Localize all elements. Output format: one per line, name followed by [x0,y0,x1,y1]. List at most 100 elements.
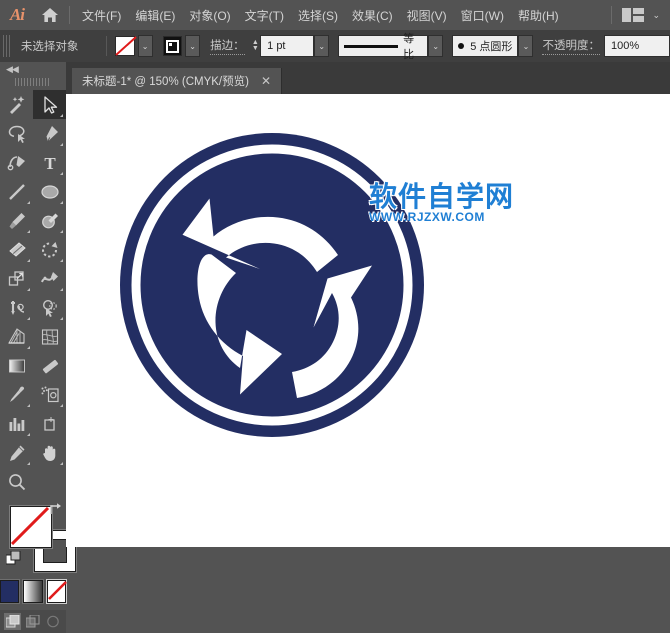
tool-flyout-indicator [27,201,30,204]
menu-item-type[interactable]: 文字(T) [238,3,291,28]
tool-flyout-indicator [60,288,63,291]
selection-status-label: 未选择对象 [21,38,79,54]
draw-normal-mode-button[interactable] [4,613,21,630]
rotate-tool[interactable] [33,235,66,264]
tool-grid: T [0,90,66,496]
shape-builder-tool[interactable] [33,293,66,322]
column-graph-tool[interactable] [0,409,33,438]
swap-fill-stroke-icon[interactable] [48,502,62,518]
menu-item-object[interactable]: 对象(O) [182,3,237,28]
tool-panel: ◀◀ [0,62,67,547]
paintbrush-tool[interactable] [0,206,33,235]
tool-flyout-indicator [60,317,63,320]
tool-flyout-indicator [27,317,30,320]
menu-item-file[interactable]: 文件(F) [75,3,128,28]
brush-definition-select[interactable]: 5 点圆形 [452,35,518,57]
tool-flyout-indicator [60,143,63,146]
menu-divider [69,6,70,24]
menu-item-window[interactable]: 窗口(W) [454,3,511,28]
close-icon[interactable]: ✕ [261,75,271,87]
tool-flyout-indicator [27,346,30,349]
menu-item-view[interactable]: 视图(V) [400,3,454,28]
roundabout-sign[interactable] [112,122,432,448]
symbol-sprayer-tool[interactable] [33,380,66,409]
none-swatch-button[interactable] [47,580,66,603]
tool-flyout-indicator [60,404,63,407]
stroke-weight-chevron-down-icon[interactable]: ⌄ [314,35,329,57]
workspace-switcher-icon[interactable] [622,8,644,22]
hand-tool[interactable] [33,438,66,467]
selection-tool[interactable] [33,90,66,119]
pencil-tool[interactable] [0,438,33,467]
collapse-panel-icon[interactable]: ◀◀ [0,62,66,76]
lasso-tool[interactable] [0,119,33,148]
stroke-weight-stepper[interactable]: ▲ ▼ [251,36,261,56]
stroke-weight-input[interactable]: 1 pt [260,35,314,57]
workspace-divider [611,6,612,24]
zoom-tool[interactable] [0,467,33,496]
brush-label: 5 点圆形 [470,38,512,54]
tool-flyout-indicator [60,230,63,233]
svg-text:T: T [44,154,56,173]
stroke-profile-select[interactable]: 等比 [338,35,428,57]
canvas-area[interactable]: 软件自学网 WWW.RJZXW.COM [66,94,670,547]
scale-tool[interactable] [0,264,33,293]
stroke-chevron-down-icon[interactable]: ⌄ [185,35,200,57]
color-swatch-button[interactable] [0,580,19,603]
menu-item-select[interactable]: 选择(S) [291,3,345,28]
workspace-chevron-down-icon[interactable]: ⌄ [652,10,660,21]
tool-flyout-indicator [60,201,63,204]
color-mode-row [0,580,66,603]
document-tab-bar: 未标题-1* @ 150% (CMYK/预览) ✕ [66,62,670,94]
profile-label: 等比 [403,30,422,62]
brush-chevron-down-icon[interactable]: ⌄ [518,35,533,57]
draw-behind-mode-button[interactable] [24,613,41,630]
ellipse-tool[interactable] [33,177,66,206]
tool-flyout-indicator [60,114,63,117]
fill-swatch[interactable] [115,36,134,56]
eraser-tool[interactable] [0,235,33,264]
none-slash-icon [115,36,137,56]
default-fill-stroke-icon[interactable] [6,551,22,572]
tool-panel-grip[interactable] [15,78,51,86]
draw-inside-mode-button[interactable] [45,613,62,630]
opacity-label[interactable]: 不透明度： [542,37,600,55]
measure-tool[interactable] [33,351,66,380]
gradient-swatch-button[interactable] [23,580,42,603]
free-transform-tool[interactable] [0,293,33,322]
tool-flyout-indicator [27,230,30,233]
tool-grid-filler [33,467,66,496]
artboard-tool[interactable] [33,409,66,438]
shaper-tool[interactable] [33,206,66,235]
document-tab[interactable]: 未标题-1* @ 150% (CMYK/预览) ✕ [72,68,282,94]
gradient-tool[interactable] [0,351,33,380]
home-icon[interactable] [34,0,66,30]
fill-none-slash-icon [11,507,49,545]
width-tool[interactable] [33,264,66,293]
stepper-down-icon[interactable]: ▼ [252,46,259,52]
pen-tool[interactable] [33,119,66,148]
app-logo: Ai [0,0,34,30]
control-bar-grip[interactable] [3,35,11,57]
fill-box[interactable] [10,506,52,548]
tool-flyout-indicator [60,172,63,175]
tool-flyout-indicator [27,462,30,465]
stroke-weight-label[interactable]: 描边： [210,37,245,55]
fill-chevron-down-icon[interactable]: ⌄ [138,35,153,57]
type-tool[interactable]: T [33,148,66,177]
document-tab-title: 未标题-1* @ 150% (CMYK/预览) [82,73,249,89]
line-segment-tool[interactable] [0,177,33,206]
mesh-tool[interactable] [33,322,66,351]
perspective-grid-tool[interactable] [0,322,33,351]
eyedropper-tool[interactable] [0,380,33,409]
menu-item-edit[interactable]: 编辑(E) [128,3,182,28]
magic-wand-tool[interactable] [0,90,33,119]
menu-item-help[interactable]: 帮助(H) [511,3,566,28]
tool-flyout-indicator [60,259,63,262]
curvature-tool[interactable] [0,148,33,177]
profile-chevron-down-icon[interactable]: ⌄ [428,35,443,57]
opacity-input[interactable]: 100% [604,35,670,57]
menu-item-effect[interactable]: 效果(C) [345,3,400,28]
stroke-swatch[interactable] [163,36,182,56]
tool-flyout-indicator [27,404,30,407]
